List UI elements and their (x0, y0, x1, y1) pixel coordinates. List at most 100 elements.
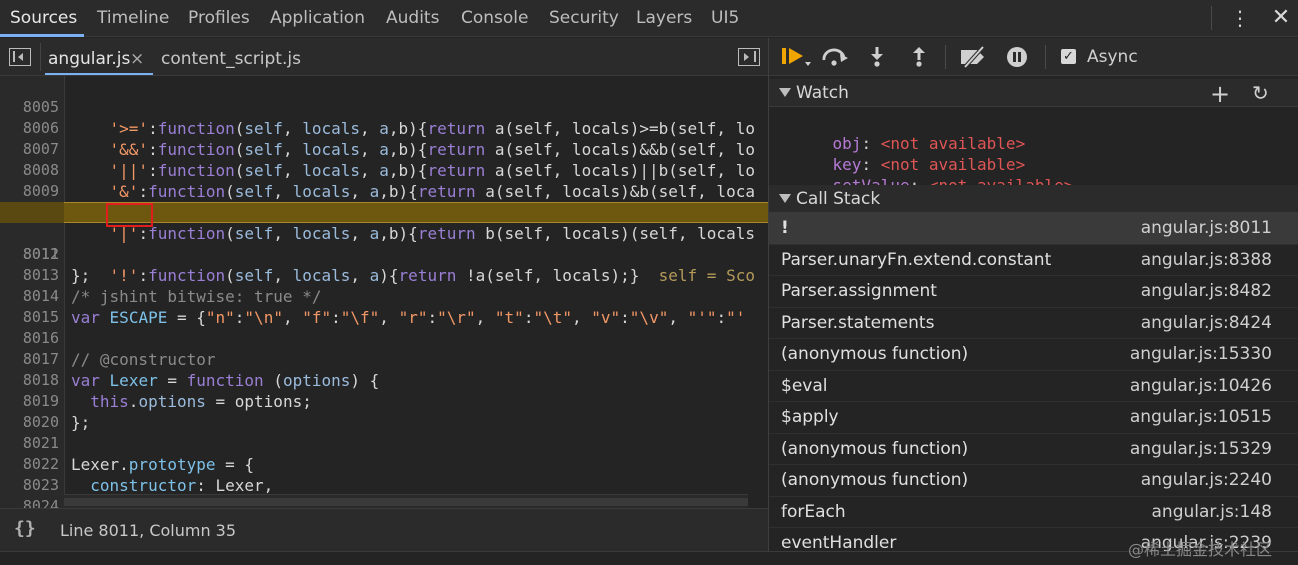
tab-timeline[interactable]: Timeline (97, 8, 169, 28)
code-line: 8020 (0, 391, 768, 431)
tab-profiles[interactable]: Profiles (188, 8, 250, 28)
code-line: 8021 Lexer.prototype = { (0, 412, 768, 474)
frame-location[interactable]: angular.js:10426 (1130, 371, 1272, 403)
code-line: 8006 '&&':function(self, locals, a,b){re… (0, 97, 768, 159)
async-checkbox[interactable]: ✓ (1061, 49, 1076, 64)
editor-status-bar: {} Line 8011, Column 35 (0, 508, 768, 551)
code-line: 8009 // '|':function(self, locals, a,b){… (0, 160, 768, 222)
toggle-navigator-icon[interactable] (9, 48, 31, 66)
step-out-icon[interactable] (909, 46, 929, 68)
divider (40, 43, 41, 71)
line-number[interactable]: 8024 (0, 496, 59, 508)
frame-location[interactable]: angular.js:10515 (1130, 402, 1272, 434)
call-frame[interactable]: forEach angular.js:148 (769, 497, 1298, 529)
code-line: 8008 '&':function(self, locals, a,b){ret… (0, 139, 768, 201)
call-stack-list: ! angular.js:8011 Parser.unaryFn.extend.… (769, 213, 1298, 551)
frame-location[interactable]: angular.js:148 (1152, 497, 1273, 529)
code-line: 8005 '>=':function(self, locals, a,b){re… (0, 76, 768, 138)
call-frame[interactable]: (anonymous function) angular.js:15330 (769, 339, 1298, 371)
tab-audits[interactable]: Audits (386, 8, 439, 28)
close-icon[interactable]: ✕ (1270, 6, 1292, 30)
devtools-tab-bar: Sources Timeline Profiles Application Au… (0, 0, 1298, 37)
code-line: 8023 (0, 454, 768, 494)
active-tab-indicator (0, 34, 84, 37)
frame-function: ! (781, 218, 789, 238)
scrollbar-thumb[interactable] (64, 498, 748, 506)
code-line: 8010 '|':function(self, locals, a,b){ret… (0, 181, 768, 243)
close-file-icon[interactable]: × (130, 49, 144, 69)
resume-icon[interactable] (781, 46, 813, 68)
call-frame[interactable]: Parser.statements angular.js:8424 (769, 308, 1298, 340)
watch-item[interactable]: key: <not available> (794, 133, 1026, 174)
frame-location[interactable]: angular.js:8482 (1141, 276, 1272, 308)
frame-function: Parser.unaryFn.extend.constant (781, 249, 1052, 270)
frame-location[interactable]: angular.js:8424 (1141, 308, 1272, 340)
file-tab-content-script[interactable]: content_script.js (161, 49, 301, 69)
divider (945, 45, 946, 69)
toggle-debugger-icon[interactable] (738, 48, 760, 66)
refresh-icon[interactable]: ↻ (1252, 81, 1269, 105)
frame-location[interactable]: angular.js:8388 (1141, 245, 1272, 277)
watch-item[interactable]: obj: <not available> (794, 112, 1026, 153)
call-stack-section-header[interactable]: Call Stack (769, 185, 1298, 213)
code-line: 8019 }; (0, 370, 768, 432)
pretty-print-icon[interactable]: {} (14, 518, 36, 539)
call-frame[interactable]: Parser.unaryFn.extend.constant angular.j… (769, 245, 1298, 277)
frame-function: (anonymous function) (781, 470, 969, 490)
collapse-triangle-icon[interactable] (779, 88, 791, 97)
step-over-icon[interactable] (821, 46, 849, 68)
call-frame[interactable]: $eval angular.js:10426 (769, 371, 1298, 403)
more-options-icon[interactable]: ⋮ (1230, 6, 1250, 30)
debugger-toolbar: ✓ Async (769, 38, 1298, 76)
divider (1045, 45, 1046, 69)
add-watch-icon[interactable]: + (1210, 80, 1230, 108)
code-line: 8013 /* jshint bitwise: true */ (0, 244, 768, 306)
frame-function: Parser.statements (781, 312, 935, 333)
tab-console[interactable]: Console (461, 8, 529, 28)
execution-highlight (64, 202, 768, 223)
frame-function: forEach (781, 501, 846, 522)
horizontal-scrollbar[interactable] (64, 494, 748, 508)
code-editor[interactable]: 8005 '>=':function(self, locals, a,b){re… (0, 76, 768, 508)
tab-layers[interactable]: Layers (636, 8, 692, 28)
tab-application[interactable]: Application (270, 8, 365, 28)
watch-item[interactable]: setValue: <not available> (794, 154, 1074, 195)
frame-function: $apply (781, 407, 839, 427)
frame-function: $eval (781, 375, 828, 396)
watermark: @稀土掘金技术社区 (1128, 540, 1273, 559)
frame-function: Parser.assignment (781, 281, 937, 301)
frame-function: eventHandler (781, 533, 897, 551)
pause-on-exceptions-icon[interactable] (1005, 46, 1029, 68)
file-tab-angular[interactable]: angular.js (48, 49, 130, 69)
call-frame[interactable]: Parser.assignment angular.js:8482 (769, 276, 1298, 308)
code-line: 8024 lex: function (text) { (0, 475, 768, 508)
frame-location[interactable]: angular.js:15329 (1130, 434, 1272, 466)
async-label: Async (1087, 47, 1138, 67)
file-tab-bar: angular.js × content_script.js (0, 38, 768, 76)
code-line: 8016 // @constructor (0, 307, 768, 369)
cursor-position: Line 8011, Column 35 (60, 521, 237, 540)
code-line: 8015 (0, 286, 768, 326)
code-line: 8022 constructor: Lexer, (0, 433, 768, 495)
call-frame[interactable]: (anonymous function) angular.js:15329 (769, 434, 1298, 466)
watch-title: Watch (796, 83, 849, 103)
code-line: 8007 '||':function(self, locals, a,b){re… (0, 118, 768, 180)
call-frame[interactable]: ! angular.js:8011 (769, 213, 1298, 245)
frame-location[interactable]: angular.js:8011 (1141, 213, 1272, 245)
call-frame[interactable]: (anonymous function) angular.js:2240 (769, 465, 1298, 497)
tab-security[interactable]: Security (549, 8, 619, 28)
code-line: 8017 var Lexer = function (options) { (0, 328, 768, 390)
annotation-highlight-box (106, 203, 153, 227)
step-into-icon[interactable] (867, 46, 887, 68)
call-frame[interactable]: $apply angular.js:10515 (769, 402, 1298, 434)
call-stack-title: Call Stack (796, 189, 881, 209)
frame-location[interactable]: angular.js:15330 (1130, 339, 1272, 371)
frame-function: (anonymous function) (781, 438, 969, 459)
watch-section-header[interactable]: Watch + ↻ (769, 79, 1298, 108)
tab-ui5[interactable]: UI5 (711, 8, 739, 28)
frame-location[interactable]: angular.js:2240 (1141, 465, 1272, 497)
collapse-triangle-icon[interactable] (779, 194, 791, 203)
tab-sources[interactable]: Sources (10, 8, 77, 28)
divider (1211, 6, 1212, 30)
deactivate-breakpoints-icon[interactable] (959, 46, 989, 68)
